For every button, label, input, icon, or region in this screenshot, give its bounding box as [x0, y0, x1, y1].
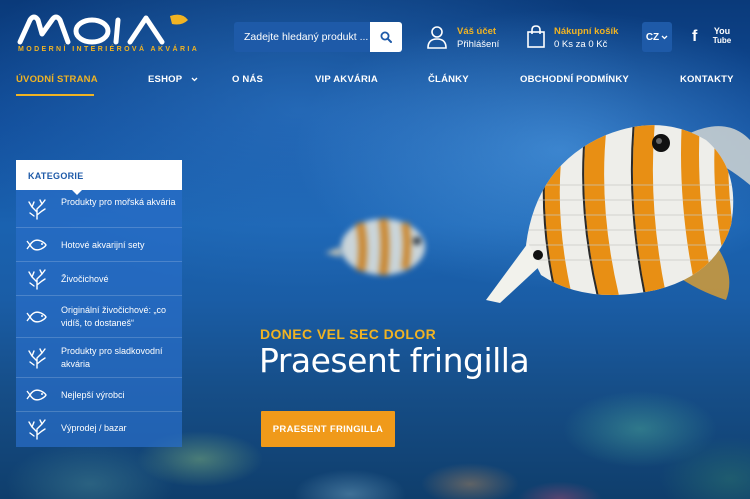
fish-icon — [26, 311, 47, 323]
nav-item-eshop-label: ESHOP — [148, 74, 183, 85]
nav-item-eshop[interactable]: ESHOP — [148, 74, 198, 85]
nav-item-articles[interactable]: ČLÁNKY — [428, 74, 469, 85]
category-menu: Produkty pro mořská akvária Hotové akvar… — [16, 160, 182, 447]
youtube-icon[interactable]: You Tube — [712, 26, 732, 48]
coral-icon — [28, 348, 46, 369]
category-item-aquarium-sets[interactable]: Hotové akvarijní sety — [16, 228, 182, 262]
hero-subtitle: DONEC VEL SEC DOLOR — [260, 326, 437, 342]
category-title-pointer — [72, 190, 82, 195]
category-item-animals[interactable]: Živočichové — [16, 262, 182, 296]
coral-icon — [28, 199, 46, 220]
user-icon — [427, 26, 447, 49]
category-label: Nejlepší výrobci — [61, 390, 125, 400]
chevron-down-icon — [661, 35, 668, 39]
category-label: Originální živočichové: „co vidíš, to do… — [61, 305, 167, 328]
cart-link[interactable]: Nákupní košík 0 Ks za 0 Kč — [524, 24, 634, 54]
logo-tagline: MODERNÍ INTERIÉROVÁ AKVÁRIA — [18, 46, 200, 53]
nav-item-about[interactable]: O NÁS — [232, 74, 263, 85]
category-item-marine-products[interactable]: Produkty pro mořská akvária — [16, 190, 182, 228]
login-link[interactable]: Přihlášení — [457, 39, 499, 50]
coral-icon — [28, 269, 46, 290]
hero-title: Praesent fringilla — [259, 341, 530, 380]
account-link[interactable]: Váš účet Přihlášení — [426, 24, 516, 54]
language-selector[interactable]: CZ — [642, 22, 672, 52]
nav-item-home[interactable]: ÚVODNÍ STRANA — [16, 74, 98, 85]
fish-icon — [26, 239, 47, 251]
category-label: Hotové akvarijní sety — [61, 240, 145, 250]
cart-summary: 0 Ks za 0 Kč — [554, 39, 608, 50]
category-list: Produkty pro mořská akvária Hotové akvar… — [16, 190, 182, 447]
account-title: Váš účet — [457, 26, 497, 37]
category-item-sale[interactable]: Výprodej / bazar — [16, 412, 182, 447]
nav-item-contacts[interactable]: KONTAKTY — [680, 74, 734, 85]
category-title: KATEGORIE — [16, 160, 182, 190]
category-label: Výprodej / bazar — [61, 423, 127, 433]
nav-item-vip-aquariums[interactable]: VIP AKVÁRIA — [315, 74, 378, 85]
search-icon — [380, 31, 392, 43]
category-label: Živočichové — [61, 274, 109, 284]
language-label: CZ — [645, 31, 660, 43]
fish-icon — [26, 389, 47, 401]
category-item-best-manufacturers[interactable]: Nejlepší výrobci — [16, 378, 182, 412]
site-logo[interactable]: MODERNÍ INTERIÉROVÁ AKVÁRIA — [16, 12, 200, 58]
facebook-icon[interactable]: f — [692, 28, 697, 46]
youtube-label-bottom: Tube — [712, 36, 732, 45]
coral-icon — [28, 419, 46, 440]
category-item-original-animals[interactable]: Originální živočichové: „co vidíš, to do… — [16, 296, 182, 338]
nav-item-terms[interactable]: OBCHODNÍ PODMÍNKY — [520, 74, 629, 85]
hero-cta-button[interactable]: PRAESENT FRINGILLA — [261, 411, 395, 447]
shopping-bag-icon — [527, 25, 545, 48]
category-label: Produkty pro mořská akvária — [61, 197, 176, 207]
moia-logo-wordmark — [17, 14, 188, 45]
search-button[interactable] — [370, 22, 402, 52]
cart-title: Nákupní košík — [554, 26, 619, 37]
search-input[interactable] — [234, 22, 370, 52]
category-item-freshwater-products[interactable]: Produkty pro sladkovodní akvária — [16, 338, 182, 378]
chevron-down-icon — [191, 77, 198, 82]
category-label: Produkty pro sladkovodní akvária — [61, 346, 163, 369]
butterflyfish-image — [486, 125, 750, 303]
site-header: MODERNÍ INTERIÉROVÁ AKVÁRIA Váš účet Při… — [0, 0, 750, 66]
youtube-label-top: You — [713, 26, 731, 36]
main-navigation: ÚVODNÍ STRANA ESHOP O NÁS VIP AKVÁRIA ČL… — [0, 68, 750, 96]
background-fish-image — [325, 218, 425, 276]
nav-active-indicator — [16, 94, 94, 96]
